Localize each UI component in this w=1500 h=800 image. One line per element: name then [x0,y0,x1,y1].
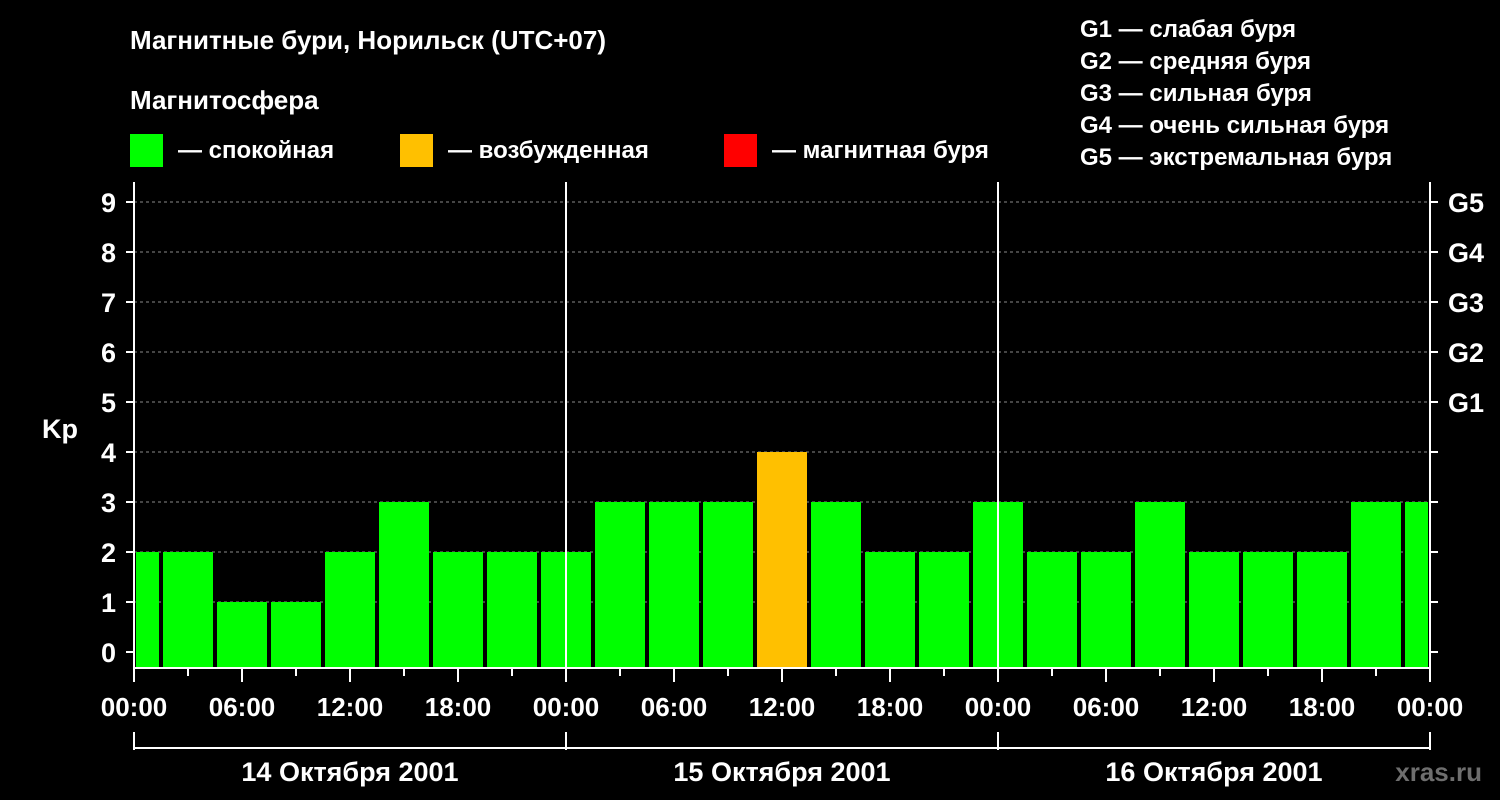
legend-label-quiet: — спокойная [178,137,334,164]
y-tick-label-6: 6 [101,338,116,368]
kp-bar-23 [1351,502,1401,668]
legend-swatch-quiet [130,134,163,167]
x-tick-label-1: 06:00 [209,692,276,722]
storm-scale-g4: G4 — очень сильная буря [1080,112,1389,139]
kp-bar-24 [1405,502,1428,668]
kp-bar-4 [325,552,375,668]
x-tick-label-9: 06:00 [1073,692,1140,722]
kp-bar-14 [865,552,915,668]
g-scale-label-g1: G1 [1448,388,1484,418]
y-tick-label-5: 5 [101,388,116,418]
kp-bar-20 [1189,552,1239,668]
kp-bar-1 [163,552,213,668]
kp-bar-7 [487,552,537,668]
legend-swatch-active [400,134,433,167]
x-tick-label-8: 00:00 [965,692,1032,722]
y-tick-label-3: 3 [101,488,116,518]
kp-bar-15 [919,552,969,668]
kp-bar-9 [595,502,645,668]
x-tick-label-7: 18:00 [857,692,924,722]
magnetosphere-heading: Магнитосфера [130,85,319,115]
x-tick-label-4: 00:00 [533,692,600,722]
g-scale-label-g5: G5 [1448,188,1484,218]
legend-swatch-storm [724,134,757,167]
kp-bar-22 [1297,552,1347,668]
x-tick-label-12: 00:00 [1397,692,1464,722]
kp-bar-21 [1243,552,1293,668]
kp-chart: Магнитные бури, Норильск (UTC+07) Магнит… [42,16,1484,787]
y-tick-label-2: 2 [101,538,116,568]
g-scale-label-g2: G2 [1448,338,1484,368]
kp-bar-12 [757,452,807,668]
storm-scale-g2: G2 — средняя буря [1080,48,1311,75]
kp-bar-11 [703,502,753,668]
kp-bar-18 [1081,552,1131,668]
y-tick-label-9: 9 [101,188,116,218]
kp-bar-3 [271,602,321,668]
g-scale-label-g4: G4 [1448,238,1484,268]
legend-label-storm: — магнитная буря [772,137,989,164]
kp-bar-6 [433,552,483,668]
kp-bar-10 [649,502,699,668]
y-axis-label: Kp [42,414,78,444]
plot-area: 0 1 2 3 4 5 6 7 8 9 G1 G2 G3 G4 G5 00:00 06:00 12:00 18:00… [101,182,1484,787]
kp-bar-2 [217,602,267,668]
legend: — спокойная — возбужденная — магнитная б… [130,134,989,167]
kp-bar-13 [811,502,861,668]
x-tick-label-10: 12:00 [1181,692,1248,722]
day-label-1: 15 Октября 2001 [673,757,890,787]
storm-scale-g3: G3 — сильная буря [1080,80,1312,107]
y-tick-label-8: 8 [101,238,116,268]
g-scale-label-g3: G3 [1448,288,1484,318]
kp-bar-0 [136,552,159,668]
y-tick-label-0: 0 [101,638,116,668]
legend-label-active: — возбужденная [448,137,649,164]
kp-bar-5 [379,502,429,668]
x-tick-label-5: 06:00 [641,692,708,722]
storm-scale-list: G1 — слабая буря G2 — средняя буря G3 — … [1080,16,1392,171]
kp-bar-19 [1135,502,1185,668]
y-tick-label-4: 4 [101,438,116,468]
x-tick-label-11: 18:00 [1289,692,1356,722]
storm-scale-g1: G1 — слабая буря [1080,16,1296,43]
storm-scale-g5: G5 — экстремальная буря [1080,144,1392,171]
y-tick-label-7: 7 [101,288,116,318]
chart-title: Магнитные бури, Норильск (UTC+07) [130,25,606,55]
y-tick-label-1: 1 [101,588,116,618]
x-tick-label-3: 18:00 [425,692,492,722]
x-tick-label-6: 12:00 [749,692,816,722]
day-label-2: 16 Октября 2001 [1105,757,1322,787]
kp-bar-17 [1027,552,1077,668]
day-label-0: 14 Октября 2001 [241,757,458,787]
watermark: xras.ru [1395,757,1482,787]
x-tick-label-2: 12:00 [317,692,384,722]
x-tick-label-0: 00:00 [101,692,168,722]
